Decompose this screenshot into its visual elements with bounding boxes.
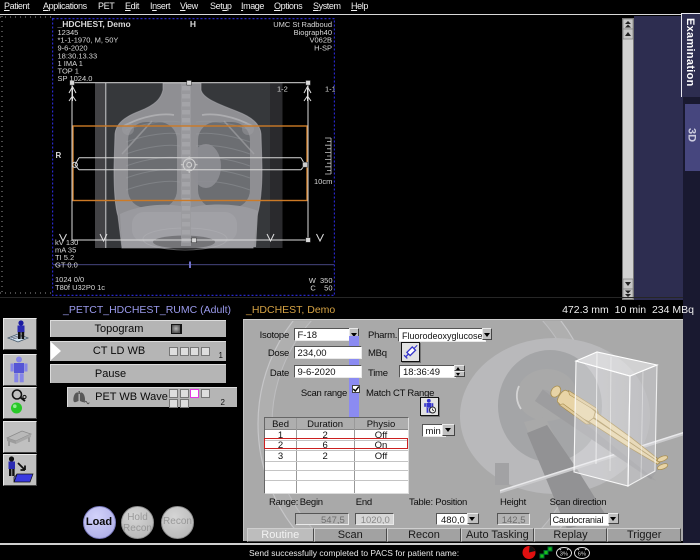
- svg-text:C 50: C 50: [310, 284, 332, 293]
- svg-text:6%: 6%: [578, 552, 586, 558]
- svg-text:1-2: 1-2: [277, 85, 288, 94]
- svg-text:R: R: [56, 151, 62, 160]
- svg-text:GT 0.0: GT 0.0: [55, 261, 78, 270]
- svg-text:SP 1024.0: SP 1024.0: [58, 74, 93, 83]
- svg-text:H-SP: H-SP: [314, 44, 332, 53]
- svg-text:H: H: [190, 19, 196, 29]
- svg-text:1-1: 1-1: [325, 85, 335, 94]
- svg-text:3%: 3%: [560, 552, 568, 558]
- svg-text:T80f U32P0 1c: T80f U32P0 1c: [55, 283, 105, 292]
- svg-text:10cm: 10cm: [314, 177, 332, 186]
